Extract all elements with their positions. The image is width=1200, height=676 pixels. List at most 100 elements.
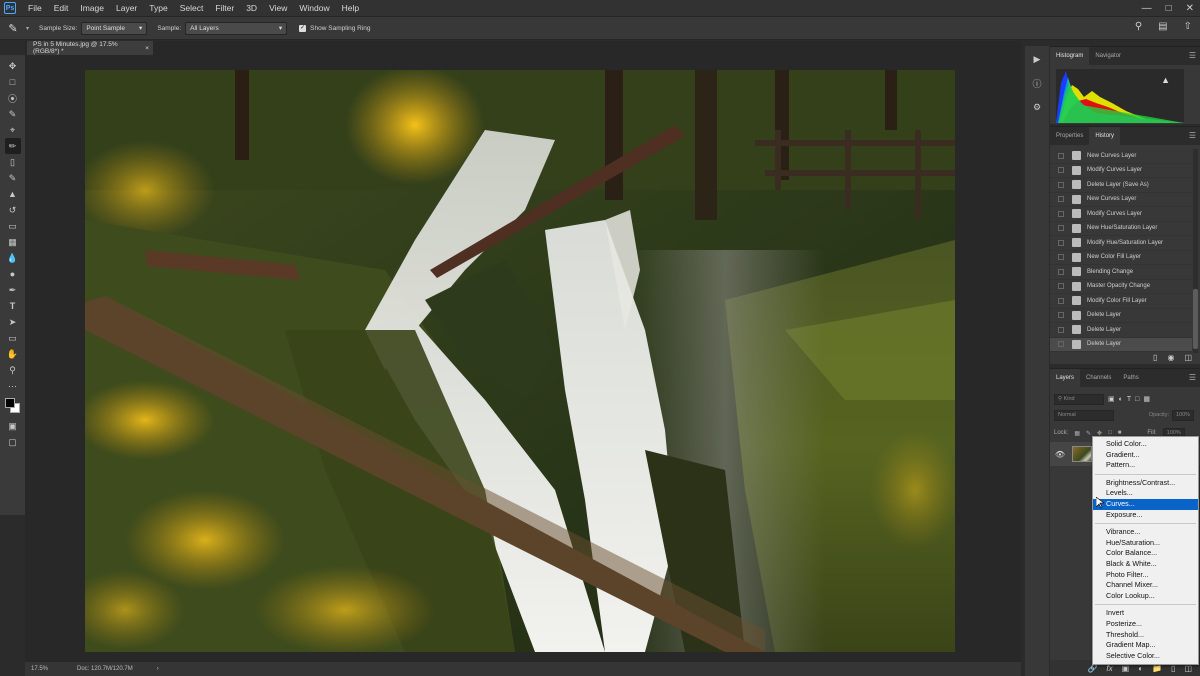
lasso-tool-icon[interactable]: ⦿ xyxy=(5,90,21,106)
document-tab[interactable]: PS in 5 Minutes.jpg @ 17.5% (RGB/8*) * × xyxy=(27,41,153,55)
menu-item-photo-filter[interactable]: Photo Filter... xyxy=(1093,570,1198,581)
history-item[interactable]: Modify Curves Layer xyxy=(1050,164,1192,178)
tab-history[interactable]: History xyxy=(1089,127,1121,145)
marquee-tool-icon[interactable]: □ xyxy=(5,74,21,90)
history-scrollbar[interactable] xyxy=(1193,149,1198,353)
menu-help[interactable]: Help xyxy=(336,0,365,16)
menu-type[interactable]: Type xyxy=(143,0,173,16)
zoom-tool-icon[interactable]: ⚲ xyxy=(5,362,21,378)
pen-tool-icon[interactable]: ✒ xyxy=(5,282,21,298)
opacity-control[interactable]: Opacity: 100% xyxy=(1149,409,1194,421)
history-source-checkbox[interactable] xyxy=(1058,225,1064,232)
history-item[interactable]: New Curves Layer xyxy=(1050,149,1192,164)
history-brush-tool-icon[interactable]: ↺ xyxy=(5,202,21,218)
filter-smart-object-icon[interactable]: ▦ xyxy=(1143,395,1150,403)
history-source-checkbox[interactable] xyxy=(1058,167,1064,174)
menu-item-gradient[interactable]: Gradient... xyxy=(1093,450,1198,461)
history-source-checkbox[interactable] xyxy=(1058,341,1064,348)
menu-item-brightness-contrast[interactable]: Brightness/Contrast... xyxy=(1093,478,1198,489)
history-source-checkbox[interactable] xyxy=(1058,239,1064,246)
menu-item-hue-saturation[interactable]: Hue/Saturation... xyxy=(1093,538,1198,549)
panel-menu-icon[interactable]: ☰ xyxy=(1189,131,1196,140)
history-item[interactable]: Master Opacity Change xyxy=(1050,280,1192,294)
info-icon[interactable]: ⓘ xyxy=(1032,77,1041,90)
snapshot-camera-icon[interactable]: ◉ xyxy=(1167,353,1174,362)
play-actions-icon[interactable]: ▶ xyxy=(1034,54,1041,65)
tab-histogram[interactable]: Histogram xyxy=(1050,47,1090,65)
history-item[interactable]: Modify Hue/Saturation Layer xyxy=(1050,236,1192,251)
lock-transparent-icon[interactable]: ▦ xyxy=(1074,430,1080,437)
clone-stamp-tool-icon[interactable]: ▲ xyxy=(5,186,21,202)
trash-icon[interactable]: ◫ xyxy=(1184,353,1192,362)
history-item[interactable]: New Curves Layer xyxy=(1050,193,1192,207)
eyedropper-tool-preset-icon[interactable]: ✎ xyxy=(0,22,26,35)
color-swatches[interactable] xyxy=(4,398,21,414)
shape-tool-icon[interactable]: ▭ xyxy=(5,330,21,346)
history-source-checkbox[interactable] xyxy=(1058,152,1064,159)
menu-image[interactable]: Image xyxy=(74,0,110,16)
sample-size-select[interactable]: Point Sample ▾ xyxy=(81,21,148,35)
menu-item-vibrance[interactable]: Vibrance... xyxy=(1093,527,1198,538)
status-menu-arrow[interactable]: › xyxy=(157,666,159,672)
visibility-eye-icon[interactable]: 👁 xyxy=(1050,450,1070,459)
menu-item-exposure[interactable]: Exposure... xyxy=(1093,510,1198,521)
more-tools-icon[interactable]: ⋯ xyxy=(5,378,21,394)
menu-file[interactable]: File xyxy=(22,0,48,16)
menu-item-posterize[interactable]: Posterize... xyxy=(1093,619,1198,630)
properties-adjust-icon[interactable]: ⚙ xyxy=(1033,102,1041,113)
history-source-checkbox[interactable] xyxy=(1058,254,1064,261)
filter-type-icon[interactable]: T xyxy=(1127,396,1131,403)
type-tool-icon[interactable]: T xyxy=(5,298,21,314)
filter-pixel-icon[interactable]: ▣ xyxy=(1108,395,1115,403)
history-item[interactable]: Delete Layer (Save As) xyxy=(1050,178,1192,193)
waterfall-photo[interactable] xyxy=(85,70,955,652)
gradient-tool-icon[interactable]: ▦ xyxy=(5,234,21,250)
share-icon[interactable]: ⇧ xyxy=(1184,21,1192,32)
minimize-icon[interactable]: — xyxy=(1142,3,1152,14)
history-source-checkbox[interactable] xyxy=(1058,297,1064,304)
search-icon[interactable]: ⚲ xyxy=(1135,21,1142,32)
history-item[interactable]: Modify Color Fill Layer xyxy=(1050,294,1192,309)
history-source-checkbox[interactable] xyxy=(1058,326,1064,333)
foreground-color-swatch[interactable] xyxy=(4,398,15,408)
workspace-icon[interactable]: ▤ xyxy=(1158,21,1167,32)
history-item[interactable]: New Color Fill Layer xyxy=(1050,251,1192,265)
history-source-checkbox[interactable] xyxy=(1058,268,1064,275)
move-tool-icon[interactable]: ✥ xyxy=(5,58,21,74)
quick-mask-icon[interactable]: ▣ xyxy=(5,418,21,434)
screen-mode-icon[interactable]: ▢ xyxy=(5,434,21,450)
menu-item-color-lookup[interactable]: Color Lookup... xyxy=(1093,591,1198,602)
history-item[interactable]: Modify Curves Layer xyxy=(1050,207,1192,222)
hand-tool-icon[interactable]: ✋ xyxy=(5,346,21,362)
healing-brush-tool-icon[interactable]: ▯ xyxy=(5,154,21,170)
menu-layer[interactable]: Layer xyxy=(110,0,143,16)
menu-item-black-white[interactable]: Black & White... xyxy=(1093,559,1198,570)
zoom-level[interactable]: 17.5% xyxy=(25,666,73,672)
close-icon[interactable]: ✕ xyxy=(1186,3,1194,14)
menu-item-curves[interactable]: Curves... xyxy=(1093,498,1198,510)
history-scrollbar-thumb[interactable] xyxy=(1193,289,1198,349)
sampling-ring-checkbox[interactable]: ✓ xyxy=(299,24,307,32)
maximize-icon[interactable]: □ xyxy=(1166,3,1172,14)
history-source-checkbox[interactable] xyxy=(1058,283,1064,290)
opacity-value[interactable]: 100% xyxy=(1172,409,1194,421)
close-tab-icon[interactable]: × xyxy=(145,45,149,52)
tab-properties[interactable]: Properties xyxy=(1050,127,1089,145)
lock-pixels-icon[interactable]: ✎ xyxy=(1086,430,1091,437)
brush-tool-icon[interactable]: ✎ xyxy=(5,170,21,186)
tab-layers[interactable]: Layers xyxy=(1050,369,1081,387)
menu-item-channel-mixer[interactable]: Channel Mixer... xyxy=(1093,580,1198,591)
history-source-checkbox[interactable] xyxy=(1058,312,1064,319)
filter-adjustment-icon[interactable]: ◐ xyxy=(1119,396,1123,403)
panel-menu-icon[interactable]: ☰ xyxy=(1189,373,1196,382)
history-item[interactable]: Blending Change xyxy=(1050,265,1192,280)
blur-tool-icon[interactable]: 💧 xyxy=(5,250,21,266)
menu-filter[interactable]: Filter xyxy=(209,0,240,16)
menu-item-gradient-map[interactable]: Gradient Map... xyxy=(1093,640,1198,651)
menu-item-pattern[interactable]: Pattern... xyxy=(1093,460,1198,471)
eyedropper-tool-icon[interactable]: ✏ xyxy=(4,138,21,154)
tab-channels[interactable]: Channels xyxy=(1080,369,1117,387)
menu-item-threshold[interactable]: Threshold... xyxy=(1093,630,1198,641)
new-document-from-state-icon[interactable]: ▯ xyxy=(1153,353,1157,362)
history-source-checkbox[interactable] xyxy=(1058,181,1064,188)
